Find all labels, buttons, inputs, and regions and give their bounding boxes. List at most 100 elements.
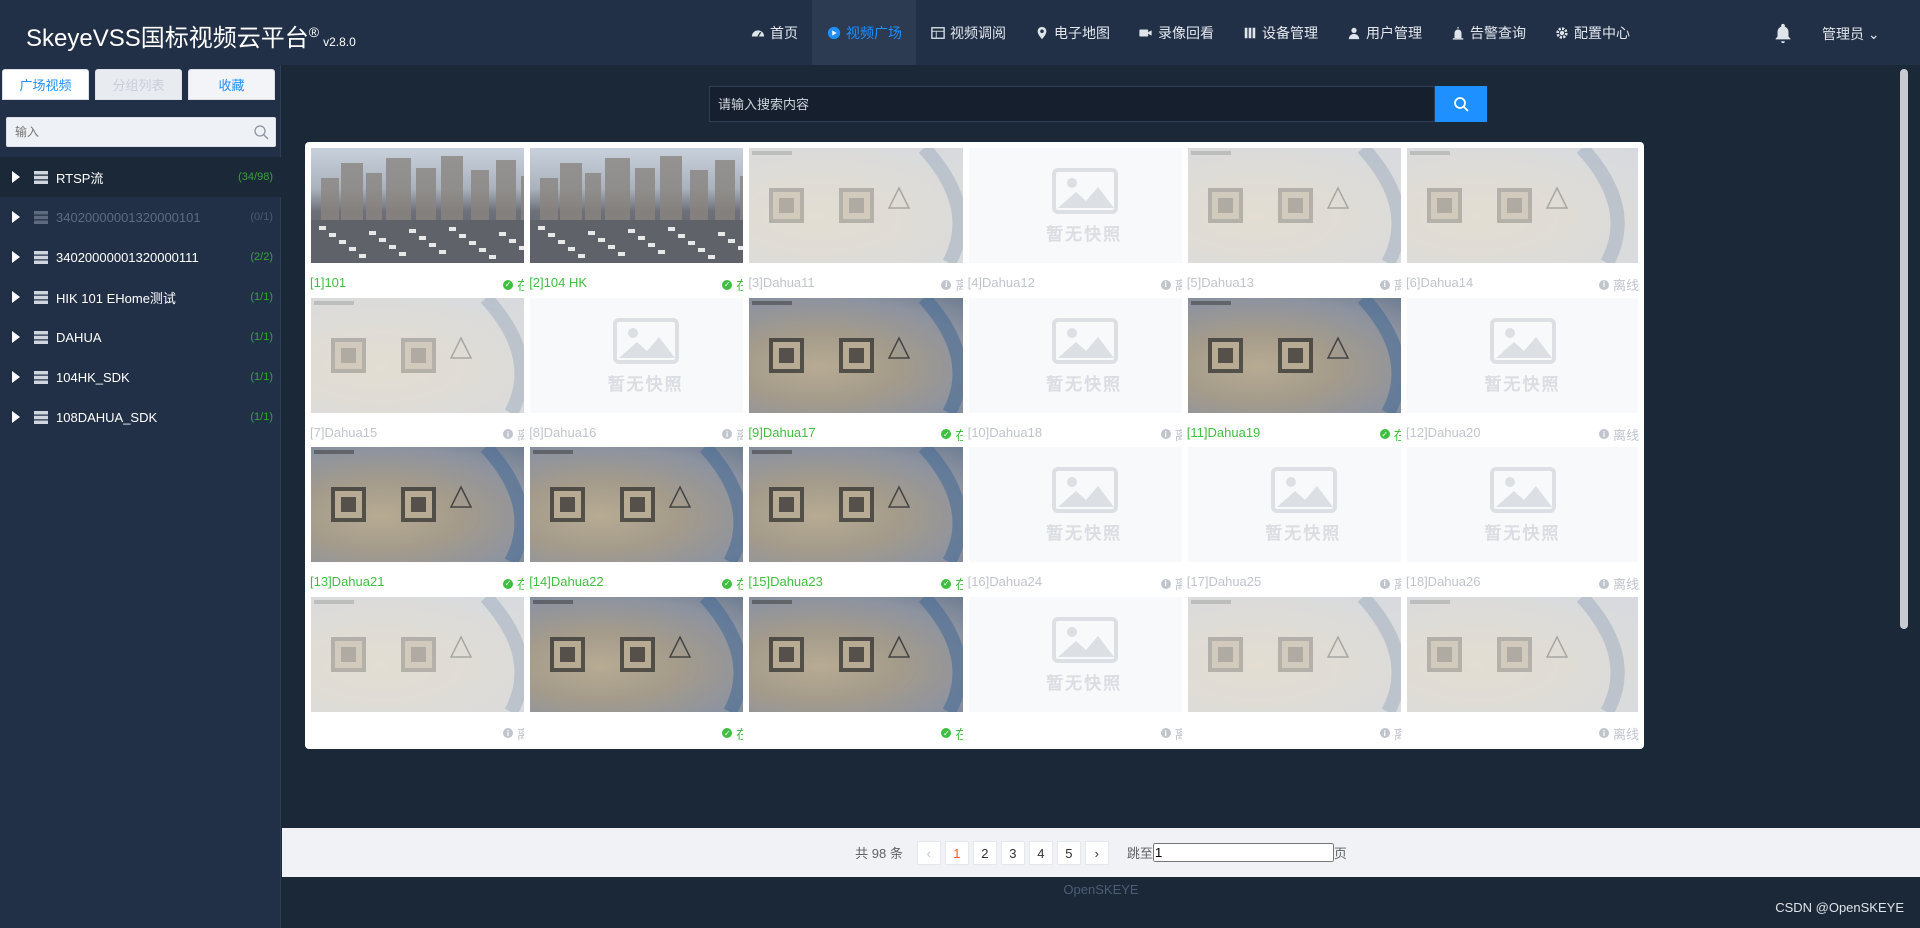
info-circle-icon: i xyxy=(1598,728,1609,739)
scrollbar-thumb[interactable] xyxy=(1900,69,1908,629)
video-snapshot[interactable] xyxy=(530,596,762,712)
video-snapshot[interactable] xyxy=(1187,297,1419,413)
video-snapshot[interactable] xyxy=(311,148,542,263)
video-card[interactable]: [14]Dahua22✓在线 xyxy=(524,441,768,600)
user-menu[interactable]: 管理员 ⌄ xyxy=(1822,24,1880,44)
nav-item-label: 视频广场 xyxy=(846,24,902,41)
jump-page-input[interactable] xyxy=(1152,843,1334,862)
video-card[interactable]: [1]101✓在线 xyxy=(305,142,548,300)
nav-item-8[interactable]: 配置中心 xyxy=(1540,0,1644,65)
video-card[interactable]: i离线 xyxy=(305,590,548,749)
video-search-input[interactable] xyxy=(709,86,1436,122)
tree-node[interactable]: 34020000001320000111 (2/2) xyxy=(0,237,281,277)
no-snapshot-placeholder[interactable]: 暂无快照 xyxy=(968,297,1200,413)
search-icon[interactable] xyxy=(253,124,269,140)
video-snapshot[interactable] xyxy=(311,596,542,712)
video-card[interactable]: [11]Dahua19✓在线 xyxy=(1181,291,1425,450)
video-snapshot[interactable] xyxy=(749,596,981,712)
video-card[interactable]: [2]104 HK✓在线 xyxy=(524,142,768,300)
tree-node[interactable]: RTSP流 (34/98) xyxy=(0,157,281,197)
page-4-button[interactable]: 4 xyxy=(1028,840,1053,865)
caret-right-icon[interactable] xyxy=(12,251,20,263)
scrollbar[interactable] xyxy=(1897,65,1911,763)
video-card[interactable]: ✓在线 xyxy=(743,590,987,749)
tree-node[interactable]: DAHUA (1/1) xyxy=(0,317,281,357)
caret-right-icon[interactable] xyxy=(12,211,20,223)
video-card[interactable]: 暂无快照 [18]Dahua26 i 离线 xyxy=(1401,441,1644,600)
nav-item-0[interactable]: 首页 xyxy=(736,0,812,65)
video-card[interactable]: 暂无快照i离线 xyxy=(962,590,1206,749)
tree-node-count: (2/2) xyxy=(250,251,273,263)
info-circle-icon: i xyxy=(1598,429,1609,440)
nav-item-7[interactable]: 告警查询 xyxy=(1436,0,1540,65)
video-card[interactable]: 暂无快照[10]Dahua18i离线 xyxy=(962,291,1206,450)
caret-right-icon[interactable] xyxy=(12,411,20,423)
no-snapshot-placeholder[interactable]: 暂无快照 xyxy=(968,148,1200,263)
video-snapshot[interactable] xyxy=(749,447,981,563)
bell-icon[interactable] xyxy=(1772,22,1794,44)
video-snapshot[interactable] xyxy=(1187,148,1419,263)
caret-right-icon[interactable] xyxy=(12,171,20,183)
page-5-button[interactable]: 5 xyxy=(1056,840,1081,865)
nav-item-1[interactable]: 视频广场 xyxy=(812,0,916,65)
video-snapshot[interactable] xyxy=(749,148,981,263)
sidebar-search-input[interactable] xyxy=(7,118,237,146)
page-1-button[interactable]: 1 xyxy=(944,840,969,865)
check-circle-icon: ✓ xyxy=(1379,429,1390,440)
video-card[interactable]: [7]Dahua15i离线 xyxy=(305,291,548,450)
video-card[interactable]: [6]Dahua14 i 离线 xyxy=(1401,142,1644,300)
video-card[interactable]: ✓在线 xyxy=(524,590,768,749)
video-card[interactable]: [13]Dahua21✓在线 xyxy=(305,441,548,600)
no-snapshot-placeholder[interactable]: 暂无快照 xyxy=(1187,447,1419,563)
video-snapshot[interactable] xyxy=(311,297,542,413)
no-snapshot-placeholder[interactable]: 暂无快照 xyxy=(1407,297,1638,413)
video-card[interactable]: [3]Dahua11i离线 xyxy=(743,142,987,300)
no-snapshot-placeholder[interactable]: 暂无快照 xyxy=(968,447,1200,563)
nav-item-6[interactable]: 用户管理 xyxy=(1332,0,1436,65)
video-card[interactable]: i离线 xyxy=(1181,590,1425,749)
tree-node[interactable]: 104HK_SDK (1/1) xyxy=(0,357,281,397)
no-snapshot-placeholder[interactable]: 暂无快照 xyxy=(530,297,762,413)
video-card[interactable]: 暂无快照[8]Dahua16i离线 xyxy=(524,291,768,450)
tab-favorites[interactable]: 收藏 xyxy=(188,69,275,100)
video-snapshot[interactable] xyxy=(1407,596,1638,712)
video-snapshot[interactable] xyxy=(530,447,762,563)
nav-item-3[interactable]: 电子地图 xyxy=(1020,0,1124,65)
tab-group-list[interactable]: 分组列表 xyxy=(95,69,182,100)
no-snapshot-placeholder[interactable]: 暂无快照 xyxy=(1407,447,1638,563)
caret-right-icon[interactable] xyxy=(12,371,20,383)
video-card[interactable]: 暂无快照[17]Dahua25i离线 xyxy=(1181,441,1425,600)
nav-item-label: 告警查询 xyxy=(1470,24,1526,41)
tree-node[interactable]: 108DAHUA_SDK (1/1) xyxy=(0,397,281,437)
app-brand[interactable]: SkeyeVSS国标视频云平台®v2.8.0 xyxy=(26,18,356,53)
next-page-button[interactable]: › xyxy=(1084,840,1109,865)
video-card[interactable]: 暂无快照[16]Dahua24i离线 xyxy=(962,441,1206,600)
caret-right-icon[interactable] xyxy=(12,331,20,343)
search-button[interactable] xyxy=(1435,86,1487,122)
search-icon xyxy=(1454,97,1469,112)
tree-node[interactable]: 34020000001320000101 (0/1) xyxy=(0,197,281,237)
video-card[interactable]: [5]Dahua13i离线 xyxy=(1181,142,1425,300)
video-snapshot[interactable] xyxy=(749,297,981,413)
video-card[interactable]: [15]Dahua23✓在线 xyxy=(743,441,987,600)
caret-right-icon[interactable] xyxy=(12,291,20,303)
video-snapshot[interactable] xyxy=(530,148,762,263)
video-card[interactable]: i离线 xyxy=(1401,590,1644,749)
video-card[interactable]: [9]Dahua17✓在线 xyxy=(743,291,987,450)
tree-node[interactable]: HIK 101 EHome测试 (1/1) xyxy=(0,277,281,317)
video-snapshot[interactable] xyxy=(311,447,542,563)
tab-square-video[interactable]: 广场视频 xyxy=(2,69,89,100)
video-card-name: [6]Dahua14 xyxy=(1406,275,1474,290)
no-snapshot-label: 暂无快照 xyxy=(1046,673,1123,693)
page-3-button[interactable]: 3 xyxy=(1000,840,1025,865)
video-snapshot[interactable] xyxy=(1407,148,1638,263)
nav-item-2[interactable]: 视频调阅 xyxy=(916,0,1020,65)
nav-item-5[interactable]: 设备管理 xyxy=(1228,0,1332,65)
video-card[interactable]: 暂无快照 [12]Dahua20 i 离线 xyxy=(1401,291,1644,450)
nav-item-4[interactable]: 录像回看 xyxy=(1124,0,1228,65)
prev-page-button[interactable]: ‹ xyxy=(916,840,941,865)
video-card[interactable]: 暂无快照[4]Dahua12i离线 xyxy=(962,142,1206,300)
video-snapshot[interactable] xyxy=(1187,596,1419,712)
no-snapshot-placeholder[interactable]: 暂无快照 xyxy=(968,596,1200,712)
page-2-button[interactable]: 2 xyxy=(972,840,997,865)
